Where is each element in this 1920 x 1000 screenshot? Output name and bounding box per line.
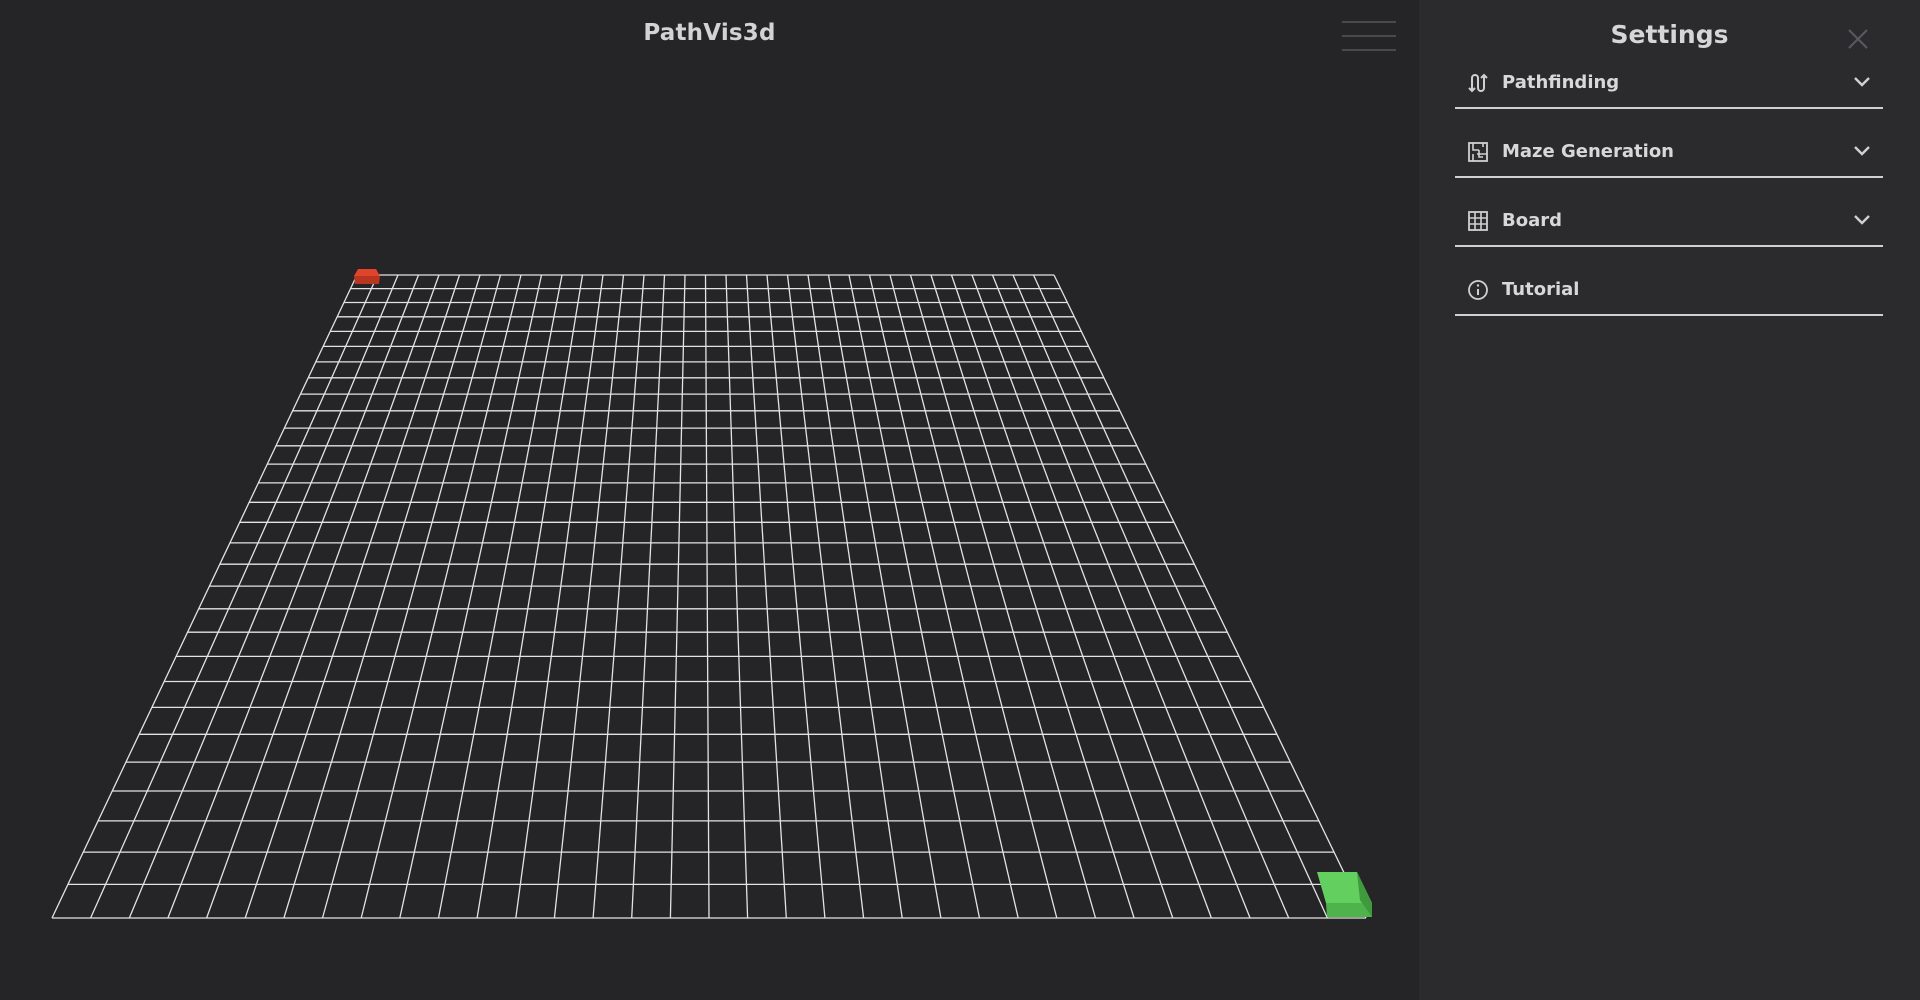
chevron-down-icon[interactable] [1853,75,1871,89]
menu-bar-3 [1342,49,1396,51]
section-board[interactable]: Board [1455,195,1883,247]
section-label-tutorial: Tutorial [1502,279,1580,300]
board-grid[interactable] [51,274,1367,919]
start-node-front [354,276,380,284]
grid-icon [1468,211,1488,231]
app-root: PathVis3d Settings Pathfinding Maze Gene… [0,0,1920,1000]
chevron-down-icon[interactable] [1853,144,1871,158]
menu-bar-2 [1342,35,1396,37]
pathfinding-icon [1468,73,1488,93]
menu-button[interactable] [1342,19,1396,53]
close-icon [1848,29,1868,49]
section-label-maze-generation: Maze Generation [1502,141,1674,162]
board-viewport[interactable]: PathVis3d [0,0,1419,1000]
section-pathfinding[interactable]: Pathfinding [1455,57,1883,109]
menu-bar-1 [1342,21,1396,23]
end-node[interactable] [1317,872,1372,917]
section-maze-generation[interactable]: Maze Generation [1455,126,1883,178]
maze-icon [1468,142,1488,162]
section-tutorial[interactable]: Tutorial [1455,264,1883,316]
section-label-pathfinding: Pathfinding [1502,72,1620,93]
chevron-down-icon[interactable] [1853,213,1871,227]
settings-title: Settings [1610,20,1729,49]
section-label-board: Board [1502,210,1562,231]
app-title: PathVis3d [643,20,776,46]
board-canvas[interactable] [0,0,1419,1000]
info-icon [1468,280,1488,300]
close-settings-button[interactable] [1846,27,1870,51]
start-node-top [354,269,380,276]
start-node[interactable] [354,269,380,284]
